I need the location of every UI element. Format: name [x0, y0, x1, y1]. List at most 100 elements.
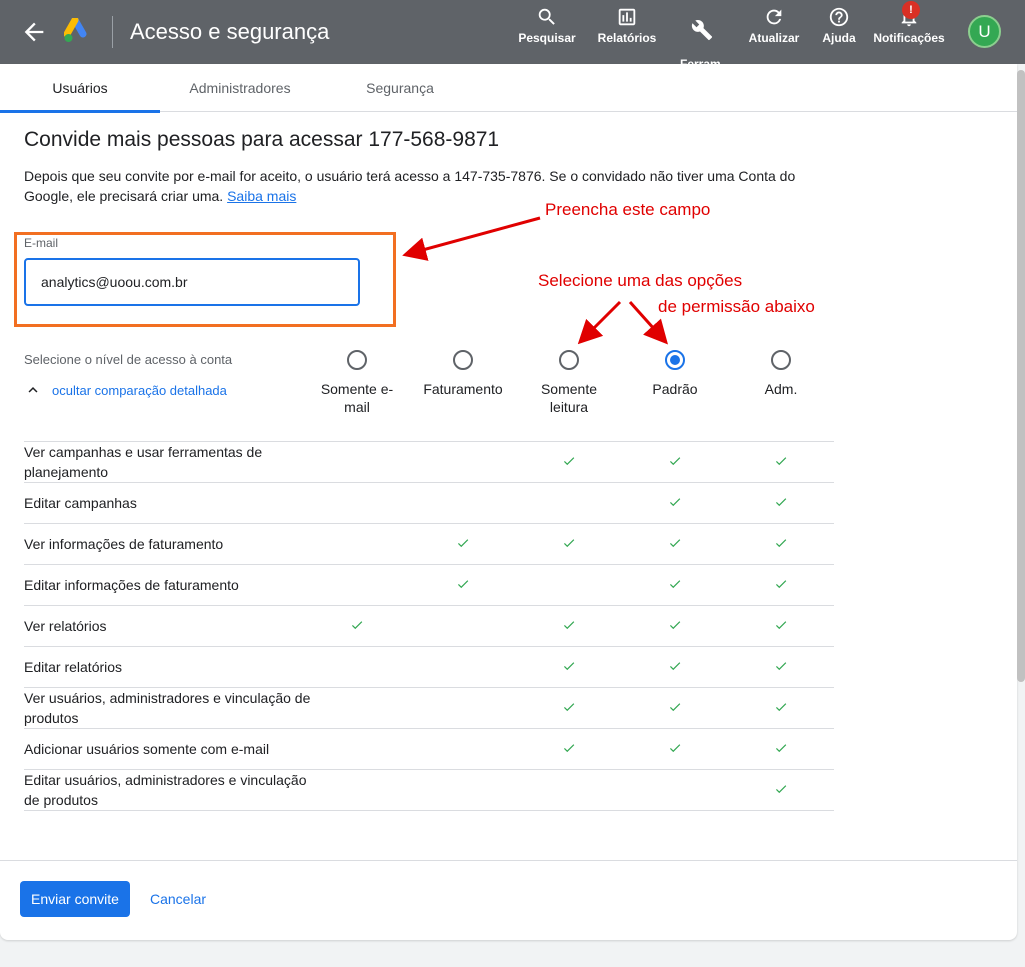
invite-panel: Usuários Administradores Segurança Convi…: [0, 64, 1017, 940]
wrench-icon: [691, 20, 713, 41]
permission-row: Editar informações de faturamento: [24, 565, 834, 606]
access-level-radio[interactable]: [665, 350, 685, 370]
access-level-radio[interactable]: [347, 350, 367, 370]
check-icon: [774, 741, 788, 755]
check-icon: [774, 618, 788, 632]
toggle-detailed-comparison-label: ocultar comparação detalhada: [52, 382, 227, 398]
check-icon: [774, 700, 788, 714]
google-ads-logo-icon[interactable]: [63, 16, 92, 44]
reports-icon: [618, 8, 636, 26]
check-icon: [350, 618, 364, 632]
check-icon: [774, 536, 788, 550]
search-icon: [538, 8, 555, 25]
help-icon: [829, 7, 849, 27]
notification-badge: !: [902, 1, 920, 19]
check-icon: [668, 495, 682, 509]
check-icon: [562, 454, 576, 468]
permission-label: Ver informações de faturamento: [24, 536, 224, 552]
learn-more-link[interactable]: Saiba mais: [227, 188, 296, 204]
permission-row: Editar usuários, administradores e vincu…: [24, 770, 834, 811]
tab-users[interactable]: Usuários: [0, 64, 160, 113]
permission-label: Editar usuários, administradores e vincu…: [24, 772, 307, 808]
toggle-detailed-comparison[interactable]: ocultar comparação detalhada: [24, 380, 227, 400]
access-level-label: Selecione o nível de acesso à conta: [24, 352, 233, 367]
check-icon: [456, 577, 470, 591]
header-divider: [112, 16, 113, 48]
search-button-label: Pesquisar: [518, 31, 576, 45]
back-arrow-icon[interactable]: [20, 18, 48, 46]
invite-heading: Convide mais pessoas para acessar 177-56…: [24, 128, 500, 151]
annotation-select-line1: Selecione uma das opções: [538, 271, 743, 290]
tab-administrators[interactable]: Administradores: [160, 64, 320, 112]
tab-security[interactable]: Segurança: [320, 64, 480, 112]
check-icon: [668, 577, 682, 591]
access-level-option-3[interactable]: Padrão: [625, 350, 725, 398]
permission-label: Editar informações de faturamento: [24, 577, 239, 593]
permission-row: Ver informações de faturamento: [24, 524, 834, 565]
email-label: E-mail: [24, 236, 59, 250]
permission-label: Adicionar usuários somente com e-mail: [24, 741, 270, 757]
tab-bar: Usuários Administradores Segurança: [0, 64, 1017, 113]
check-icon: [562, 536, 576, 550]
check-icon: [562, 700, 576, 714]
refresh-button[interactable]: Atualizar: [744, 6, 804, 45]
access-level-option-label: Somente leitura: [540, 381, 598, 415]
check-icon: [774, 782, 788, 796]
check-icon: [774, 454, 788, 468]
check-icon: [562, 741, 576, 755]
check-icon: [774, 577, 788, 591]
invite-description-text: Depois que seu convite por e-mail for ac…: [24, 168, 796, 204]
account-avatar[interactable]: U: [968, 15, 1001, 48]
check-icon: [668, 536, 682, 550]
reports-button[interactable]: Relatórios: [596, 6, 658, 45]
access-level-radio[interactable]: [559, 350, 579, 370]
notifications-button-label: Notificações: [873, 31, 945, 45]
check-icon: [668, 618, 682, 632]
top-app-bar: Acesso e segurança Pesquisar Relatórios …: [0, 0, 1025, 84]
check-icon: [668, 700, 682, 714]
permission-label: Editar relatórios: [24, 659, 123, 675]
footer-divider: [0, 860, 1017, 861]
help-button-label: Ajuda: [822, 31, 856, 45]
cancel-button[interactable]: Cancelar: [140, 881, 216, 917]
access-level-radio[interactable]: [771, 350, 791, 370]
access-level-option-0[interactable]: Somente e- mail: [307, 350, 407, 416]
access-level-option-label: Adm.: [764, 381, 798, 397]
annotation-select-line2: de permissão abaixo: [658, 297, 815, 316]
permission-label: Ver relatórios: [24, 618, 107, 634]
permissions-table: Ver campanhas e usar ferramentas de plan…: [24, 441, 834, 811]
check-icon: [774, 495, 788, 509]
notifications-button[interactable]: Notificações !: [872, 1, 946, 45]
email-input[interactable]: [24, 258, 360, 306]
permission-row: Ver usuários, administradores e vinculaç…: [24, 688, 834, 729]
access-level-option-1[interactable]: Faturamento: [413, 350, 513, 398]
access-level-option-label: Faturamento: [423, 381, 503, 397]
permission-row: Ver campanhas e usar ferramentas de plan…: [24, 442, 834, 483]
permission-label: Ver campanhas e usar ferramentas de plan…: [24, 444, 263, 480]
page-title: Acesso e segurança: [130, 19, 330, 44]
check-icon: [562, 618, 576, 632]
access-level-option-4[interactable]: Adm.: [731, 350, 831, 398]
scrollbar[interactable]: [1017, 70, 1025, 682]
permission-row: Adicionar usuários somente com e-mail: [24, 729, 834, 770]
help-button[interactable]: Ajuda: [818, 6, 860, 45]
check-icon: [668, 659, 682, 673]
search-button[interactable]: Pesquisar: [516, 6, 578, 45]
access-level-option-label: Somente e- mail: [320, 381, 394, 415]
check-icon: [456, 536, 470, 550]
permission-row: Editar campanhas: [24, 483, 834, 524]
check-icon: [668, 741, 682, 755]
permission-row: Editar relatórios: [24, 647, 834, 688]
access-level-option-label: Padrão: [652, 381, 698, 397]
permission-label: Editar campanhas: [24, 495, 137, 511]
refresh-button-label: Atualizar: [748, 31, 800, 45]
send-invite-button[interactable]: Enviar convite: [20, 881, 130, 917]
access-level-radio[interactable]: [453, 350, 473, 370]
chevron-up-icon: [28, 387, 38, 393]
permission-label: Ver usuários, administradores e vinculaç…: [24, 690, 311, 726]
reports-button-label: Relatórios: [597, 31, 657, 45]
access-level-option-2[interactable]: Somente leitura: [519, 350, 619, 416]
check-icon: [774, 659, 788, 673]
annotation-fill-field: Preencha este campo: [545, 200, 711, 219]
check-icon: [668, 454, 682, 468]
